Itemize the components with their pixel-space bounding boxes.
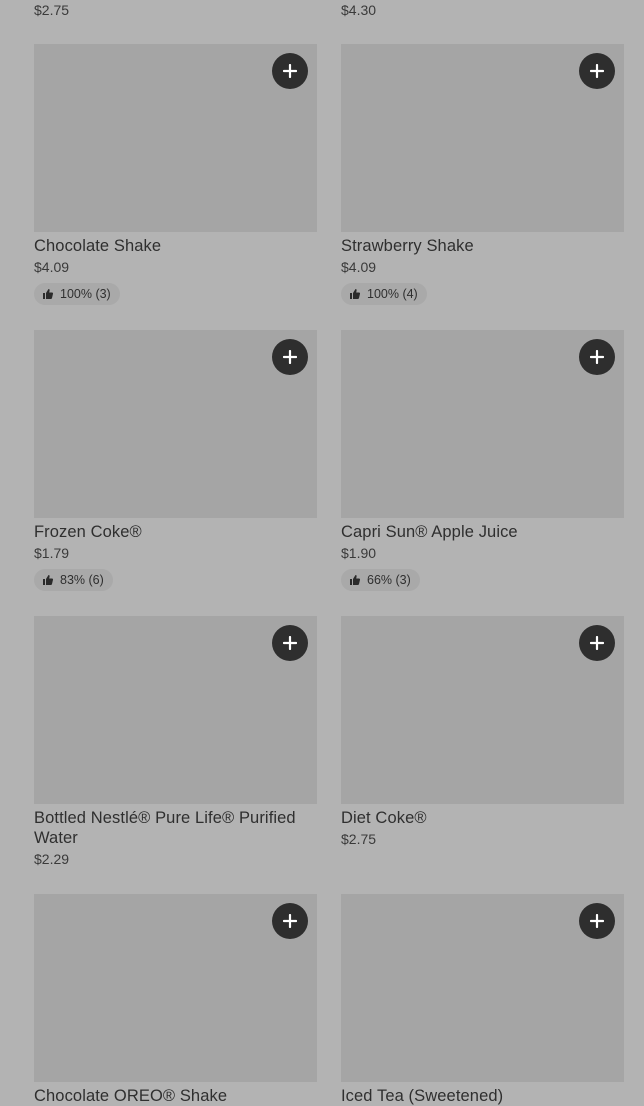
item-image[interactable] [34,44,317,232]
add-to-cart-button[interactable] [272,53,308,89]
plus-icon [590,914,604,928]
add-to-cart-button[interactable] [272,625,308,661]
thumbs-up-icon [350,289,361,299]
item-price: $2.75 [34,2,70,18]
item-price: $4.09 [341,259,377,275]
menu-item-card[interactable]: Chocolate OREO® Shake [34,894,317,1106]
item-name: Bottled Nestlé® Pure Life® Purified Wate… [34,809,296,847]
menu-item-card[interactable]: Frozen Coke® $1.79 83% (6) [34,330,317,616]
rating-badge: 66% (3) [341,569,420,591]
item-name: Chocolate OREO® Shake [34,1087,228,1105]
menu-item-card[interactable]: Strawberry Shake $4.09 100% (4) [341,44,624,330]
add-to-cart-button[interactable] [579,339,615,375]
item-name: Capri Sun® Apple Juice [341,523,518,541]
menu-item-card[interactable]: Iced Tea (Sweetened) [341,894,624,1106]
item-price: $1.90 [341,545,377,561]
item-image[interactable] [341,44,624,232]
item-image[interactable] [341,894,624,1082]
thumbs-up-icon [43,575,54,585]
item-name: Chocolate Shake [34,237,162,255]
rating-badge: 100% (4) [341,283,427,305]
plus-icon [283,64,297,78]
thumbs-up-icon [43,289,54,299]
previous-row-prices: $2.75 $4.30 [0,0,644,20]
rating-text: 100% (4) [367,287,418,301]
item-price: $2.29 [34,851,70,867]
plus-icon [283,914,297,928]
plus-icon [283,636,297,650]
rating-badge: 83% (6) [34,569,113,591]
menu-item-grid: Chocolate Shake $4.09 100% (3) Strawberr… [34,44,624,1106]
rating-text: 66% (3) [367,573,411,587]
menu-item-card[interactable]: Capri Sun® Apple Juice $1.90 66% (3) [341,330,624,616]
add-to-cart-button[interactable] [579,53,615,89]
item-name: Diet Coke® [341,809,427,827]
plus-icon [590,636,604,650]
item-name: Iced Tea (Sweetened) [341,1087,504,1105]
plus-icon [590,64,604,78]
add-to-cart-button[interactable] [272,903,308,939]
add-to-cart-button[interactable] [272,339,308,375]
item-image[interactable] [34,330,317,518]
plus-icon [283,350,297,364]
plus-icon [590,350,604,364]
menu-item-card[interactable]: Bottled Nestlé® Pure Life® Purified Wate… [34,616,317,894]
item-image[interactable] [341,616,624,804]
item-price: $4.30 [341,2,377,18]
item-price: $2.75 [341,831,377,847]
item-name: Strawberry Shake [341,237,474,255]
item-price: $4.09 [34,259,70,275]
add-to-cart-button[interactable] [579,625,615,661]
thumbs-up-icon [350,575,361,585]
menu-item-card[interactable]: Chocolate Shake $4.09 100% (3) [34,44,317,330]
rating-text: 100% (3) [60,287,111,301]
item-image[interactable] [341,330,624,518]
add-to-cart-button[interactable] [579,903,615,939]
item-image[interactable] [34,616,317,804]
menu-item-card[interactable]: Diet Coke® $2.75 [341,616,624,894]
item-name: Frozen Coke® [34,523,142,541]
item-price: $1.79 [34,545,70,561]
rating-badge: 100% (3) [34,283,120,305]
rating-text: 83% (6) [60,573,104,587]
item-image[interactable] [34,894,317,1082]
